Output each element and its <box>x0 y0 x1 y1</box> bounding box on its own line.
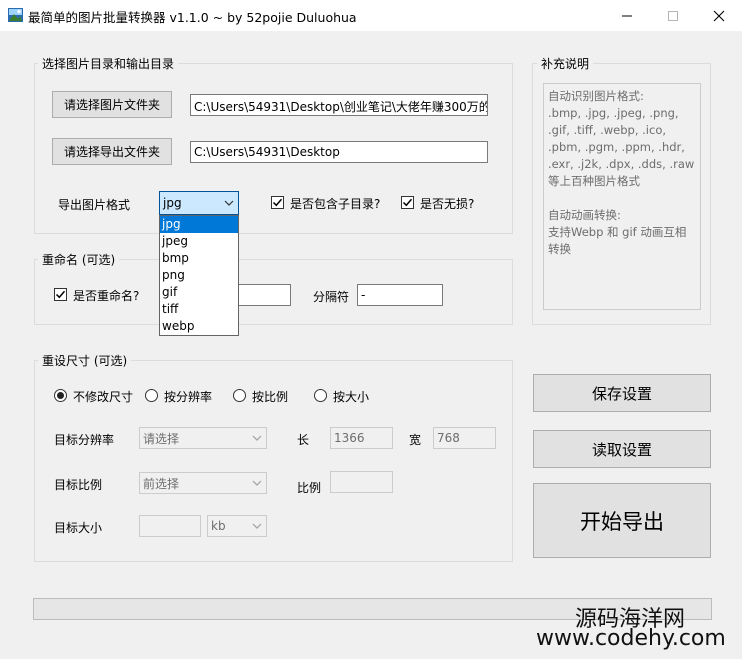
notes-text: 自动识别图片格式: .bmp, .jpg, .jpeg, .png, .gif,… <box>543 83 701 310</box>
chevron-down-icon <box>224 200 234 206</box>
minimize-icon <box>622 15 632 16</box>
checkmark-icon <box>55 290 66 299</box>
chevron-down-icon <box>252 523 262 529</box>
notes-group-title: 补充说明 <box>537 55 594 72</box>
format-option[interactable]: bmp <box>160 250 238 267</box>
ratio-select[interactable]: 前选择 <box>139 472 267 494</box>
choose-output-folder-button[interactable]: 请选择导出文件夹 <box>52 138 172 165</box>
format-option[interactable]: jpg <box>160 216 238 233</box>
save-settings-button[interactable]: 保存设置 <box>533 374 711 412</box>
lossless-label: 是否无损? <box>420 197 475 211</box>
format-option[interactable]: webp <box>160 318 238 335</box>
export-format-label: 导出图片格式 <box>58 198 131 212</box>
radio-by-size[interactable] <box>314 389 327 402</box>
choose-input-folder-button[interactable]: 请选择图片文件夹 <box>52 91 172 118</box>
title-bar: 最简单的图片批量转换器 v1.1.0 ~ by 52pojie Duluohua <box>0 0 742 31</box>
format-option[interactable]: gif <box>160 284 238 301</box>
resize-group-title: 重设尺寸 (可选) <box>38 352 132 369</box>
width-label: 宽 <box>409 433 422 447</box>
chevron-down-icon <box>252 480 262 486</box>
ratio-label: 比例 <box>297 481 322 495</box>
include-subdirs-label: 是否包含子目录? <box>290 197 381 211</box>
maximize-icon <box>668 10 678 21</box>
close-button[interactable] <box>696 0 742 31</box>
load-settings-button[interactable]: 读取设置 <box>533 430 711 468</box>
radio-by-ratio-label: 按比例 <box>252 390 289 404</box>
size-unit-select[interactable]: kb <box>207 515 267 537</box>
width-input[interactable]: 768 <box>433 427 496 449</box>
close-icon <box>713 10 725 21</box>
radio-no-resize-label: 不修改尺寸 <box>73 390 134 404</box>
size-input[interactable] <box>139 515 201 537</box>
format-option[interactable]: png <box>160 267 238 284</box>
app-icon <box>8 8 23 22</box>
radio-by-ratio[interactable] <box>233 389 246 402</box>
include-subdirs-checkbox[interactable] <box>271 196 284 209</box>
target-size-label: 目标大小 <box>54 521 103 535</box>
checkmark-icon <box>272 198 283 207</box>
format-dropdown-list: jpg jpeg bmp png gif tiff webp <box>159 215 239 336</box>
input-folder-path[interactable]: C:\Users\54931\Desktop\创业笔记\大佬年赚300万的 <box>190 94 488 116</box>
ratio-select-value: 前选择 <box>143 476 180 491</box>
length-input[interactable]: 1366 <box>330 427 393 449</box>
format-option[interactable]: tiff <box>160 301 238 318</box>
resolution-select-value: 请选择 <box>143 431 180 446</box>
lossless-checkbox[interactable] <box>401 196 414 209</box>
format-select[interactable]: jpg <box>159 191 239 215</box>
checkmark-icon <box>402 198 413 207</box>
radio-by-size-label: 按大小 <box>333 390 370 404</box>
size-unit-value: kb <box>211 519 226 533</box>
resolution-select[interactable]: 请选择 <box>139 427 267 449</box>
format-option[interactable]: jpeg <box>160 233 238 250</box>
rename-group-title: 重命名 (可选) <box>38 251 120 268</box>
output-folder-path[interactable]: C:\Users\54931\Desktop <box>190 141 488 163</box>
minimize-button[interactable] <box>604 0 650 31</box>
radio-no-resize[interactable] <box>54 389 67 402</box>
source-output-group-title: 选择图片目录和输出目录 <box>38 55 179 72</box>
separator-input[interactable]: - <box>357 284 443 306</box>
watermark-url: www.codehy.com <box>536 626 726 651</box>
radio-by-resolution[interactable] <box>145 389 158 402</box>
target-ratio-label: 目标比例 <box>54 478 103 492</box>
radio-dot <box>57 392 64 399</box>
start-export-button[interactable]: 开始导出 <box>533 483 711 558</box>
length-label: 长 <box>297 433 310 447</box>
rename-checkbox[interactable] <box>54 288 67 301</box>
radio-by-resolution-label: 按分辨率 <box>164 390 213 404</box>
maximize-button[interactable] <box>650 0 696 31</box>
rename-label: 是否重命名? <box>73 289 140 303</box>
chevron-down-icon <box>252 435 262 441</box>
target-resolution-label: 目标分辨率 <box>54 433 115 447</box>
window-title: 最简单的图片批量转换器 v1.1.0 ~ by 52pojie Duluohua <box>28 10 357 25</box>
ratio-input[interactable] <box>330 471 393 493</box>
separator-label: 分隔符 <box>313 290 350 304</box>
format-select-value: jpg <box>163 196 182 210</box>
